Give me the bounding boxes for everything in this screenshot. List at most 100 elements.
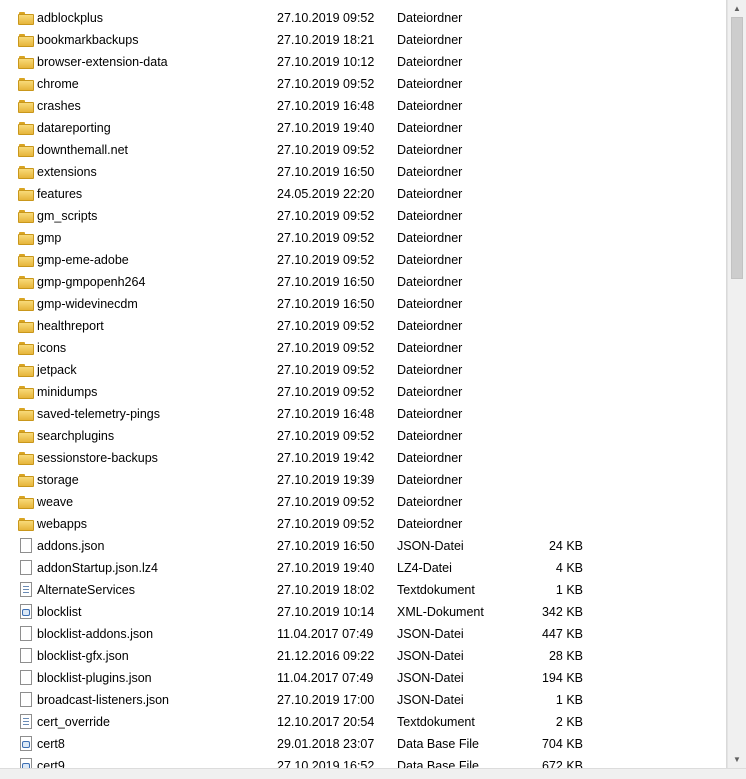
file-row[interactable]: healthreport 27.10.2019 09:52 Dateiordner xyxy=(0,315,726,337)
file-name: extensions xyxy=(37,165,97,179)
file-row[interactable]: blocklist-gfx.json 21.12.2016 09:22 JSON-D… xyxy=(0,645,726,667)
file-type: XML-Dokument xyxy=(397,605,484,619)
file-row[interactable]: gmp-gmpopenh264 27.10.2019 16:50 Dateiordn… xyxy=(0,271,726,293)
horizontal-scrollbar[interactable] xyxy=(0,768,746,779)
file-date: 27.10.2019 16:50 xyxy=(277,275,375,289)
file-row[interactable]: features 24.05.2019 22:20 Dateiordner xyxy=(0,183,726,205)
file-row[interactable]: downthemall.net 27.10.2019 09:52 Dateiordn… xyxy=(0,139,726,161)
file-date: 27.10.2019 09:52 xyxy=(277,209,375,223)
file-row[interactable]: gm_scripts 27.10.2019 09:52 Dateiordner xyxy=(0,205,726,227)
file-row[interactable]: AlternateServices 27.10.2019 18:02 Textdok… xyxy=(0,579,726,601)
file-row[interactable]: blocklist 27.10.2019 10:14 XML-Dokument 342… xyxy=(0,601,726,623)
file-date: 27.10.2019 09:52 xyxy=(277,77,375,91)
file-date: 27.10.2019 09:52 xyxy=(277,495,375,509)
file-name: weave xyxy=(37,495,74,509)
file-date: 27.10.2019 09:52 xyxy=(277,429,375,443)
folder-icon xyxy=(18,187,34,201)
folder-icon xyxy=(18,121,34,135)
folder-icon xyxy=(18,253,34,267)
file-size: 24 KB xyxy=(548,539,583,553)
file-type: Dateiordner xyxy=(397,451,463,465)
file-type: Dateiordner xyxy=(397,517,463,531)
file-date: 27.10.2019 16:50 xyxy=(277,539,375,553)
file-type: Dateiordner xyxy=(397,187,463,201)
file-row[interactable]: adblockplus 27.10.2019 09:52 Dateiordner xyxy=(0,7,726,29)
file-type: Dateiordner xyxy=(397,341,463,355)
file-row[interactable]: webapps 27.10.2019 09:52 Dateiordner xyxy=(0,513,726,535)
file-type: Data Base File xyxy=(397,759,479,768)
file-date: 27.10.2019 09:52 xyxy=(277,341,375,355)
file-size: 342 KB xyxy=(541,605,583,619)
file-type: Data Base File xyxy=(397,737,479,751)
file-type: Dateiordner xyxy=(397,55,463,69)
file-row[interactable]: cert9 27.10.2019 16:52 Data Base File 672 K… xyxy=(0,755,726,768)
file-name: healthreport xyxy=(37,319,104,333)
file-row[interactable]: weave 27.10.2019 09:52 Dateiordner xyxy=(0,491,726,513)
file-row[interactable]: broadcast-listeners.json 27.10.2019 17:00… xyxy=(0,689,726,711)
folder-icon xyxy=(18,275,34,289)
file-row[interactable]: extensions 27.10.2019 16:50 Dateiordner xyxy=(0,161,726,183)
file-date: 27.10.2019 16:48 xyxy=(277,99,375,113)
file-row[interactable]: datareporting 27.10.2019 19:40 Dateiordner xyxy=(0,117,726,139)
file-date: 27.10.2019 19:40 xyxy=(277,121,375,135)
file-type: Dateiordner xyxy=(397,11,463,25)
scroll-up-arrow-icon[interactable]: ▲ xyxy=(728,0,746,17)
file-name: gmp-eme-adobe xyxy=(37,253,129,267)
file-size: 194 KB xyxy=(541,671,583,685)
file-name: adblockplus xyxy=(37,11,104,25)
scrollbar-thumb[interactable] xyxy=(731,17,743,279)
file-type: Dateiordner xyxy=(397,429,463,443)
file-date: 29.01.2018 23:07 xyxy=(277,737,375,751)
file-date: 27.10.2019 09:52 xyxy=(277,385,375,399)
file-type: JSON-Datei xyxy=(397,671,464,685)
file-name: gmp-gmpopenh264 xyxy=(37,275,146,289)
file-icon xyxy=(18,648,34,663)
file-row[interactable]: bookmarkbackups 27.10.2019 18:21 Dateiordn… xyxy=(0,29,726,51)
file-row[interactable]: gmp-eme-adobe 27.10.2019 09:52 Dateiordner xyxy=(0,249,726,271)
file-size: 1 KB xyxy=(555,693,583,707)
file-row[interactable]: chrome 27.10.2019 09:52 Dateiordner xyxy=(0,73,726,95)
file-name: AlternateServices xyxy=(37,583,135,597)
vertical-scrollbar[interactable]: ▲ ▼ xyxy=(727,0,746,768)
folder-icon xyxy=(18,429,34,443)
file-row[interactable]: searchplugins 27.10.2019 09:52 Dateiordner xyxy=(0,425,726,447)
file-row[interactable]: icons 27.10.2019 09:52 Dateiordner xyxy=(0,337,726,359)
folder-icon xyxy=(18,77,34,91)
file-date: 27.10.2019 16:48 xyxy=(277,407,375,421)
file-row[interactable]: crashes 27.10.2019 16:48 Dateiordner xyxy=(0,95,726,117)
file-row[interactable]: browser-extension-data 27.10.2019 10:12 Da… xyxy=(0,51,726,73)
file-row[interactable]: minidumps 27.10.2019 09:52 Dateiordner xyxy=(0,381,726,403)
file-row[interactable]: addonStartup.json.lz4 27.10.2019 19:40 LZ4… xyxy=(0,557,726,579)
file-row[interactable]: jetpack 27.10.2019 09:52 Dateiordner xyxy=(0,359,726,381)
folder-icon xyxy=(18,385,34,399)
file-type: Dateiordner xyxy=(397,165,463,179)
file-row[interactable]: sessionstore-backups 27.10.2019 19:42 Date… xyxy=(0,447,726,469)
folder-icon xyxy=(18,209,34,223)
file-name: cert9 xyxy=(37,759,65,768)
scroll-down-arrow-icon[interactable]: ▼ xyxy=(728,751,746,768)
file-type: Dateiordner xyxy=(397,253,463,267)
file-name: broadcast-listeners.json xyxy=(37,693,170,707)
file-row[interactable]: blocklist-addons.json 11.04.2017 07:49 JSO… xyxy=(0,623,726,645)
file-row[interactable]: gmp 27.10.2019 09:52 Dateiordner xyxy=(0,227,726,249)
file-date: 24.05.2019 22:20 xyxy=(277,187,375,201)
file-row[interactable]: storage 27.10.2019 19:39 Dateiordner xyxy=(0,469,726,491)
file-type: Dateiordner xyxy=(397,209,463,223)
file-name: addonStartup.json.lz4 xyxy=(37,561,158,575)
file-row[interactable]: addons.json 27.10.2019 16:50 JSON-Datei 24 … xyxy=(0,535,726,557)
file-date: 27.10.2019 19:40 xyxy=(277,561,375,575)
file-size: 672 KB xyxy=(541,759,583,768)
file-row[interactable]: blocklist-plugins.json 11.04.2017 07:49 JS… xyxy=(0,667,726,689)
folder-icon xyxy=(18,451,34,465)
file-type: Textdokument xyxy=(397,715,475,729)
folder-icon xyxy=(18,55,34,69)
file-row[interactable]: gmp-widevinecdm 27.10.2019 16:50 Dateiordn… xyxy=(0,293,726,315)
file-size: 4 KB xyxy=(555,561,583,575)
file-row[interactable]: cert8 29.01.2018 23:07 Data Base File 704 K… xyxy=(0,733,726,755)
file-row[interactable]: cert_override 12.10.2017 20:54 Textdokumen… xyxy=(0,711,726,733)
file-row[interactable]: saved-telemetry-pings 27.10.2019 16:48 Dat… xyxy=(0,403,726,425)
file-type: Dateiordner xyxy=(397,473,463,487)
file-type: Dateiordner xyxy=(397,385,463,399)
file-name: cert_override xyxy=(37,715,110,729)
file-type: Dateiordner xyxy=(397,33,463,47)
